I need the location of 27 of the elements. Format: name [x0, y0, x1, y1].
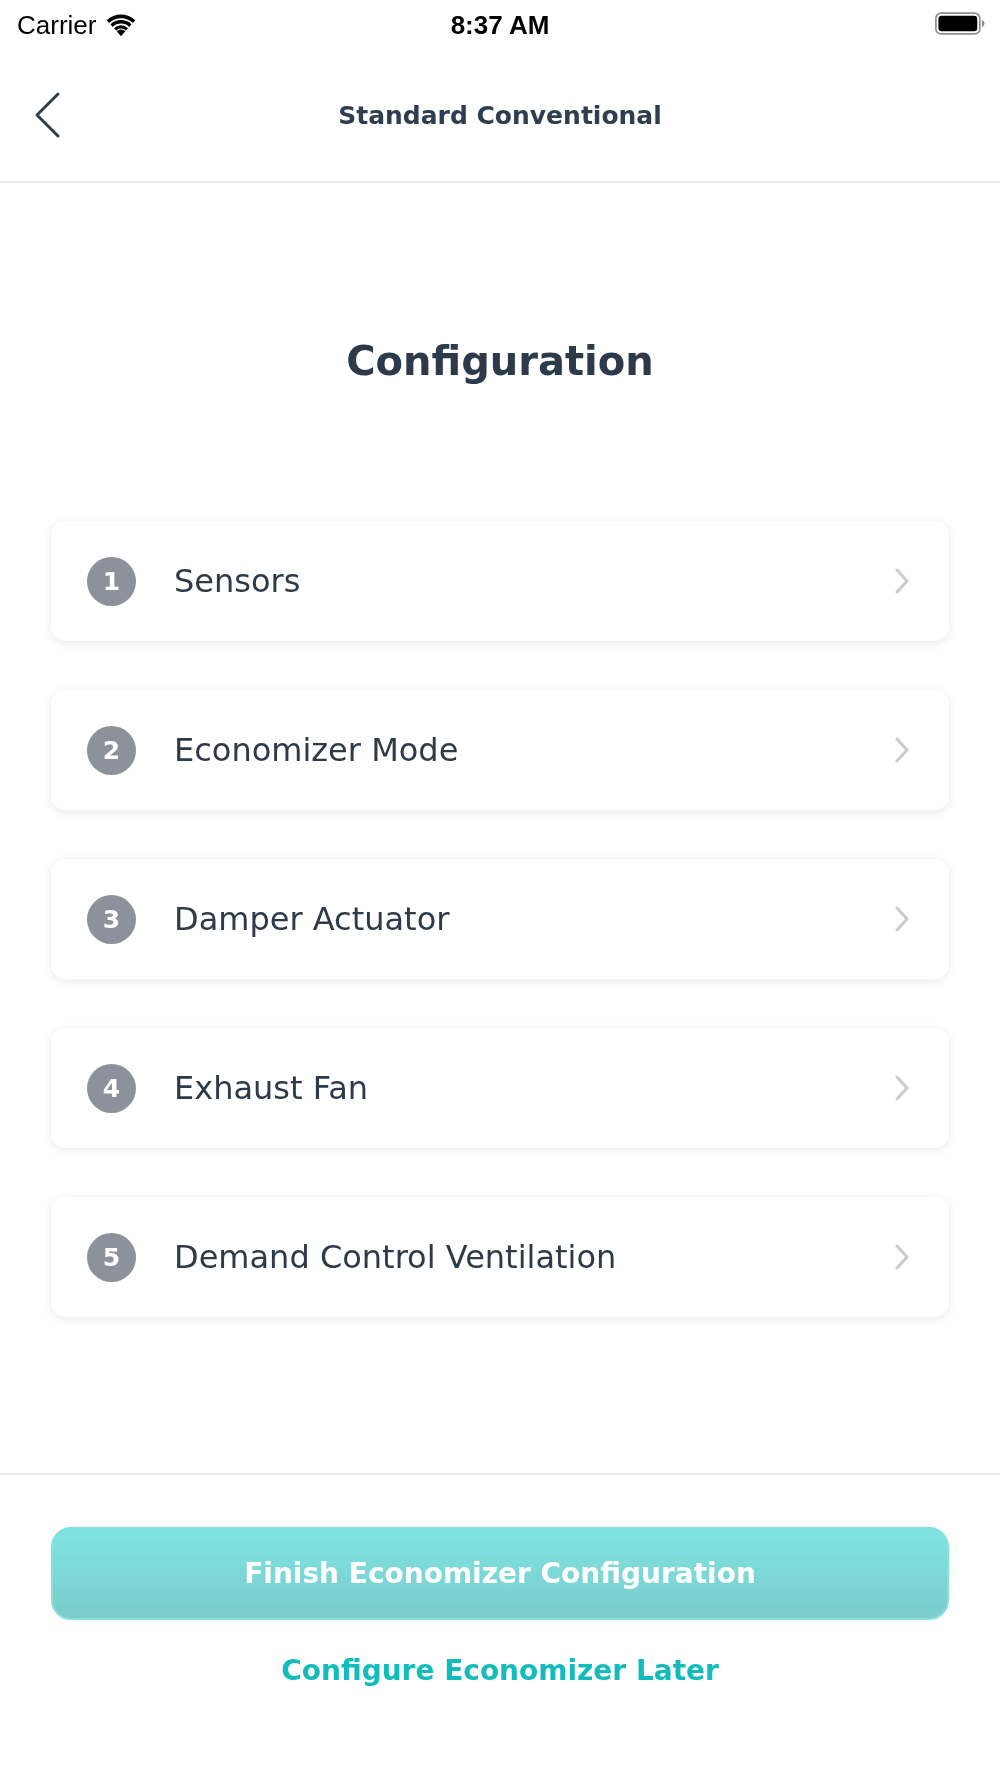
battery-icon: [935, 11, 985, 35]
carrier-name: Carrier: [17, 9, 97, 41]
section-heading: Configuration: [346, 337, 654, 386]
step-number-badge: 2: [87, 725, 136, 775]
step-card[interactable]: 1 Sensors: [51, 521, 949, 641]
step-label: Damper Actuator: [174, 900, 451, 938]
wifi-icon: [106, 13, 137, 37]
chevron-right-icon: [895, 1075, 909, 1101]
step-label: Exhaust Fan: [174, 1069, 370, 1107]
step-card[interactable]: 2 Economizer Mode: [51, 690, 949, 810]
step-card[interactable]: 3 Damper Actuator: [51, 859, 949, 979]
step-number-badge: 1: [87, 556, 136, 606]
step-number-badge: 3: [87, 894, 136, 944]
chevron-right-icon: [895, 1244, 909, 1270]
chevron-right-icon: [895, 906, 909, 932]
status-time: 8:37 AM: [450, 9, 550, 41]
screen-title: Standard Conventional: [338, 101, 662, 130]
step-number-badge: 5: [87, 1232, 136, 1282]
step-number-badge: 4: [87, 1063, 136, 1113]
step-card[interactable]: 4 Exhaust Fan: [51, 1028, 949, 1148]
chevron-right-icon: [895, 568, 909, 594]
step-label: Sensors: [174, 562, 302, 600]
step-card[interactable]: 5 Demand Control Ventilation: [51, 1197, 949, 1317]
step-label: Demand Control Ventilation: [174, 1238, 618, 1276]
step-label: Economizer Mode: [174, 731, 460, 769]
chevron-left-icon: [34, 92, 60, 138]
chevron-right-icon: [895, 737, 909, 763]
